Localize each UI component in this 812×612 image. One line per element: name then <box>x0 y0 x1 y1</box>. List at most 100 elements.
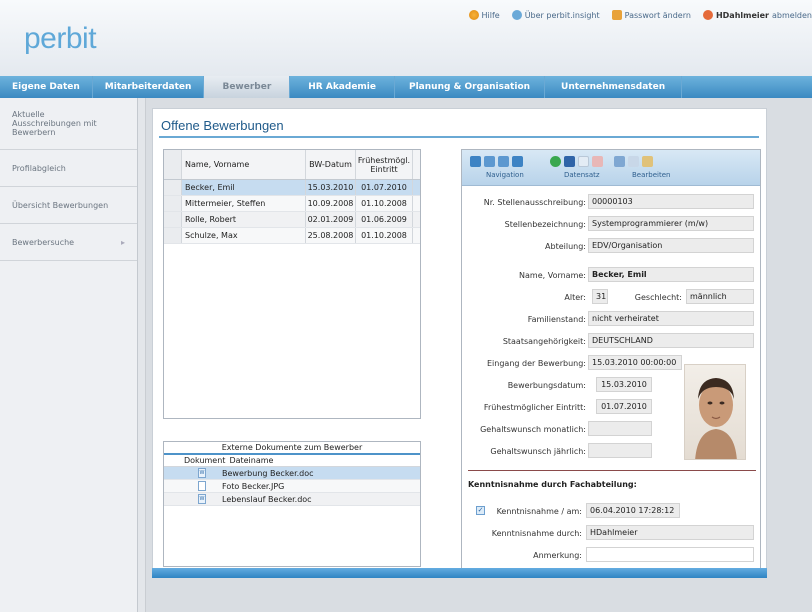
previous-record-icon[interactable] <box>484 156 495 167</box>
title-divider <box>159 136 759 138</box>
field-name[interactable]: Becker, Emil <box>588 267 754 282</box>
field-staatsangehoerigkeit[interactable]: DEUTSCHLAND <box>588 333 754 348</box>
edit-icon[interactable] <box>614 156 625 167</box>
label-kenntnisnahme-durch: Kenntnisnahme durch: <box>491 529 582 538</box>
about-link[interactable]: Über perbit.insight <box>511 8 600 22</box>
field-geschlecht[interactable]: männlich <box>686 289 754 304</box>
undo-icon[interactable] <box>628 156 639 167</box>
main-navigation: Eigene Daten Mitarbeiterdaten Bewerber H… <box>0 76 812 98</box>
new-record-icon[interactable] <box>578 156 589 167</box>
label-staatsangehoerigkeit: Staatsangehörigkeit: <box>502 337 586 346</box>
edit-buttons <box>614 156 653 167</box>
list-item[interactable]: Foto Becker.JPG <box>164 480 420 493</box>
label-gehalt-monatlich: Gehaltswunsch monatlich: <box>480 425 586 434</box>
content-panel: Offene Bewerbungen Name, Vorname BW-Datu… <box>152 108 767 573</box>
cell-bw-datum: 10.09.2008 <box>306 196 356 211</box>
cell-bw-datum: 25.08.2008 <box>306 228 356 243</box>
label-eingang: Eingang der Bewerbung: <box>486 359 586 368</box>
top-links: Hilfe Über perbit.insight Passwort änder… <box>468 8 812 22</box>
sidebar-item-label: Profilabgleich <box>12 163 66 173</box>
first-record-icon[interactable] <box>470 156 481 167</box>
field-gehalt-monatlich[interactable] <box>588 421 652 436</box>
info-icon <box>511 10 522 20</box>
file-icon <box>198 481 206 491</box>
documents-title: Externe Dokumente zum Bewerber <box>164 442 420 455</box>
bearbeiten-label: Bearbeiten <box>632 171 671 179</box>
sidebar-item-uebersicht[interactable]: Übersicht Bewerbungen <box>0 187 137 224</box>
field-eingang[interactable]: 15.03.2010 00:00:00 <box>588 355 682 370</box>
user-name: HDahlmeier <box>715 10 769 20</box>
tab-mitarbeiterdaten[interactable]: Mitarbeiterdaten <box>93 76 205 98</box>
sidebar: Aktuelle Ausschreibungen mit Bewerbern P… <box>0 98 138 612</box>
table-row[interactable]: Becker, Emil 15.03.2010 01.07.2010 <box>164 180 420 196</box>
chevron-right-icon: ▸ <box>120 237 125 247</box>
table-row[interactable]: Rolle, Robert 02.01.2009 01.06.2009 <box>164 212 420 228</box>
help-icon <box>468 10 479 20</box>
table-row[interactable]: Schulze, Max 25.08.2008 01.10.2008 <box>164 228 420 244</box>
label-geschlecht: Geschlecht: <box>634 293 682 302</box>
save-icon[interactable] <box>564 156 575 167</box>
sidebar-item-ausschreibungen[interactable]: Aktuelle Ausschreibungen mit Bewerbern <box>0 98 137 150</box>
applicants-table: Name, Vorname BW-Datum Frühestmögl. Eint… <box>163 149 421 419</box>
cell-eintritt: 01.06.2009 <box>356 212 413 227</box>
portrait-image <box>695 378 737 459</box>
next-record-icon[interactable] <box>498 156 509 167</box>
applicant-photo <box>684 364 746 460</box>
section-divider <box>468 470 756 471</box>
logout-label: abmelden <box>772 10 812 20</box>
refresh-icon[interactable] <box>550 156 561 167</box>
field-kenntnisnahme-datum[interactable]: 06.04.2010 17:28:12 <box>586 503 680 518</box>
field-alter[interactable]: 31 <box>592 289 608 304</box>
document-filename: Foto Becker.JPG <box>222 481 285 491</box>
perbit-logo: perbit <box>24 22 97 55</box>
tab-eigene-daten[interactable]: Eigene Daten <box>0 76 93 98</box>
footer-bar <box>152 568 767 578</box>
tab-planung-organisation[interactable]: Planung & Organisation <box>395 76 546 98</box>
sidebar-splitter[interactable] <box>138 98 146 612</box>
field-kenntnisnahme-durch[interactable]: HDahlmeier <box>586 525 754 540</box>
field-abteilung[interactable]: EDV/Organisation <box>588 238 754 253</box>
cell-name: Becker, Emil <box>182 180 306 195</box>
tab-bewerber[interactable]: Bewerber <box>204 76 291 98</box>
field-bewerbungsdatum[interactable]: 15.03.2010 <box>596 377 652 392</box>
field-anmerkung[interactable] <box>586 547 754 562</box>
col-name[interactable]: Name, Vorname <box>182 150 306 179</box>
change-password-link[interactable]: Passwort ändern <box>611 8 691 22</box>
field-familienstand[interactable]: nicht verheiratet <box>588 311 754 326</box>
list-item[interactable]: W Lebenslauf Becker.doc <box>164 493 420 506</box>
navigation-buttons <box>470 156 523 167</box>
logout-link[interactable]: HDahlmeier abmelden <box>702 8 812 22</box>
help-link[interactable]: Hilfe <box>468 8 500 22</box>
cell-eintritt: 01.10.2008 <box>356 196 413 211</box>
tab-unternehmensdaten[interactable]: Unternehmensdaten <box>545 76 683 98</box>
navigation-label: Navigation <box>486 171 524 179</box>
col-eintritt[interactable]: Frühestmögl. Eintritt <box>356 150 413 179</box>
label-familienstand: Familienstand: <box>527 315 586 324</box>
cell-bw-datum: 15.03.2010 <box>306 180 356 195</box>
sidebar-item-profilabgleich[interactable]: Profilabgleich <box>0 150 137 187</box>
col-dateiname[interactable]: Dateiname <box>227 455 275 466</box>
sidebar-item-label: Aktuelle Ausschreibungen mit Bewerbern <box>12 110 97 137</box>
field-eintritt[interactable]: 01.07.2010 <box>596 399 652 414</box>
field-stellenausschreibung[interactable]: 00000103 <box>588 194 754 209</box>
label-eintritt: Frühestmöglicher Eintritt: <box>483 403 586 412</box>
label-stellenausschreibung: Nr. Stellenausschreibung: <box>483 198 586 207</box>
tab-hr-akademie[interactable]: HR Akademie <box>290 76 395 98</box>
list-item[interactable]: W Bewerbung Becker.doc <box>164 467 420 480</box>
col-dokument[interactable]: Dokument <box>182 455 227 466</box>
label-anmerkung: Anmerkung: <box>533 551 582 560</box>
help-label: Hilfe <box>481 10 500 20</box>
search-icon[interactable] <box>642 156 653 167</box>
field-gehalt-jaehrlich[interactable] <box>588 443 652 458</box>
col-bw-datum[interactable]: BW-Datum <box>306 150 356 179</box>
field-stellenbezeichnung[interactable]: Systemprogrammierer (m/w) <box>588 216 754 231</box>
sidebar-item-bewerbersuche[interactable]: Bewerbersuche ▸ <box>0 224 137 261</box>
table-row[interactable]: Mittermeier, Steffen 10.09.2008 01.10.2008 <box>164 196 420 212</box>
kenntnisnahme-checkbox[interactable]: ✓ <box>476 506 485 515</box>
cell-eintritt: 01.07.2010 <box>356 180 413 195</box>
delete-icon[interactable] <box>592 156 603 167</box>
table-header: Name, Vorname BW-Datum Frühestmögl. Eint… <box>164 150 420 180</box>
section-title-kenntnisnahme: Kenntnisnahme durch Fachabteilung: <box>468 480 637 489</box>
label-bewerbungsdatum: Bewerbungsdatum: <box>507 381 586 390</box>
last-record-icon[interactable] <box>512 156 523 167</box>
